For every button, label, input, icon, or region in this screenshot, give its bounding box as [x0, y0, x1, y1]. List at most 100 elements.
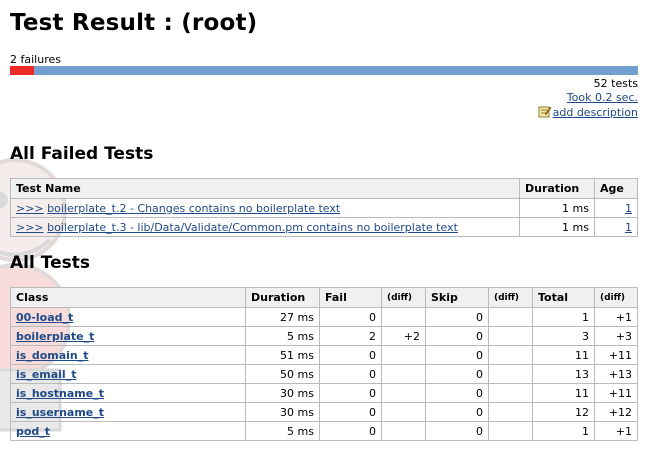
fail-diff-cell: [381, 364, 426, 384]
col-fail: Fail: [319, 287, 382, 308]
class-link[interactable]: is_email_t: [16, 368, 76, 381]
col-fail-diff: (diff): [381, 287, 426, 308]
class-cell: is_domain_t: [10, 345, 246, 365]
fail-cell: 0: [319, 307, 382, 327]
skip-cell: 0: [425, 364, 489, 384]
col-test-name: Test Name: [10, 178, 520, 199]
test-class-row: pod_t 5 ms 0 0 1 +1: [10, 421, 638, 441]
failed-test-row: >>> boilerplate_t.2 - Changes contains n…: [10, 198, 638, 218]
expand-link[interactable]: >>>: [16, 221, 44, 234]
class-link[interactable]: is_domain_t: [16, 349, 89, 362]
fail-diff-cell: [381, 307, 426, 327]
age-link[interactable]: 1: [625, 221, 632, 234]
col-duration: Duration: [519, 178, 595, 199]
col-class: Class: [10, 287, 246, 308]
skip-cell: 0: [425, 402, 489, 422]
duration-cell: 50 ms: [245, 364, 320, 384]
test-class-row: is_hostname_t 30 ms 0 0 11 +11: [10, 383, 638, 403]
fail-cell: 2: [319, 326, 382, 346]
fail-diff-cell: [381, 402, 426, 422]
duration-cell: 5 ms: [245, 421, 320, 441]
col-duration: Duration: [245, 287, 320, 308]
class-link[interactable]: is_username_t: [16, 406, 104, 419]
class-cell: is_email_t: [10, 364, 246, 384]
age-link[interactable]: 1: [625, 202, 632, 215]
class-cell: is_hostname_t: [10, 383, 246, 403]
test-class-row: is_username_t 30 ms 0 0 12 +12: [10, 402, 638, 422]
total-cell: 11: [532, 383, 595, 403]
all-tests-heading: All Tests: [10, 253, 90, 273]
skip-cell: 0: [425, 307, 489, 327]
expand-link[interactable]: >>>: [16, 202, 44, 215]
skip-diff-cell: [488, 307, 533, 327]
skip-cell: 0: [425, 345, 489, 365]
age-cell: 1: [594, 198, 638, 218]
duration-cell: 30 ms: [245, 383, 320, 403]
fail-cell: 0: [319, 402, 382, 422]
skip-diff-cell: [488, 364, 533, 384]
skip-cell: 0: [425, 326, 489, 346]
duration-cell: 1 ms: [519, 217, 595, 237]
failed-test-name-cell: >>> boilerplate_t.2 - Changes contains n…: [10, 198, 520, 218]
test-class-row: is_domain_t 51 ms 0 0 11 +11: [10, 345, 638, 365]
fail-cell: 0: [319, 364, 382, 384]
test-result-bar: [10, 66, 638, 75]
col-total-diff: (diff): [594, 287, 638, 308]
fail-diff-cell: [381, 383, 426, 403]
total-tests: 52 tests: [593, 77, 638, 90]
skip-diff-cell: [488, 326, 533, 346]
total-diff-cell: +12: [594, 402, 638, 422]
col-skip: Skip: [425, 287, 489, 308]
fail-diff-cell: [381, 421, 426, 441]
fail-cell: 0: [319, 421, 382, 441]
total-diff-cell: +1: [594, 421, 638, 441]
summary-block: 52 tests Took 0.2 sec. add description: [538, 77, 638, 120]
age-cell: 1: [594, 217, 638, 237]
notepad-icon: [538, 106, 551, 118]
page-title: Test Result : (root): [10, 10, 258, 36]
skip-diff-cell: [488, 421, 533, 441]
fail-diff-cell: +2: [381, 326, 426, 346]
total-diff-cell: +11: [594, 383, 638, 403]
skip-diff-cell: [488, 345, 533, 365]
class-link[interactable]: 00-load_t: [16, 311, 73, 324]
test-class-row: is_email_t 50 ms 0 0 13 +13: [10, 364, 638, 384]
class-link[interactable]: is_hostname_t: [16, 387, 104, 400]
class-cell: is_username_t: [10, 402, 246, 422]
duration-cell: 5 ms: [245, 326, 320, 346]
col-total: Total: [532, 287, 595, 308]
failed-tests-heading: All Failed Tests: [10, 144, 154, 164]
failed-test-row: >>> boilerplate_t.3 - lib/Data/Validate/…: [10, 217, 638, 237]
total-cell: 11: [532, 345, 595, 365]
total-diff-cell: +3: [594, 326, 638, 346]
failed-tests-table: Test Name Duration Age >>> boilerplate_t…: [10, 178, 638, 237]
class-link[interactable]: pod_t: [16, 425, 50, 438]
total-diff-cell: +1: [594, 307, 638, 327]
duration-cell: 51 ms: [245, 345, 320, 365]
class-link[interactable]: boilerplate_t: [16, 330, 94, 343]
failed-test-link[interactable]: boilerplate_t.2 - Changes contains no bo…: [47, 202, 340, 215]
total-cell: 1: [532, 421, 595, 441]
col-skip-diff: (diff): [488, 287, 533, 308]
fail-diff-cell: [381, 345, 426, 365]
total-diff-cell: +11: [594, 345, 638, 365]
total-cell: 3: [532, 326, 595, 346]
class-cell: pod_t: [10, 421, 246, 441]
class-cell: boilerplate_t: [10, 326, 246, 346]
failed-portion-bar: [10, 66, 35, 75]
failure-count: 2 failures: [10, 53, 61, 66]
total-cell: 12: [532, 402, 595, 422]
add-description-link[interactable]: add description: [553, 106, 638, 119]
total-diff-cell: +13: [594, 364, 638, 384]
failed-test-link[interactable]: boilerplate_t.3 - lib/Data/Validate/Comm…: [47, 221, 458, 234]
took-link[interactable]: Took 0.2 sec.: [567, 91, 638, 104]
test-class-row: boilerplate_t 5 ms 2 +2 0 3 +3: [10, 326, 638, 346]
skip-diff-cell: [488, 402, 533, 422]
total-cell: 13: [532, 364, 595, 384]
fail-cell: 0: [319, 383, 382, 403]
skip-cell: 0: [425, 421, 489, 441]
failed-test-name-cell: >>> boilerplate_t.3 - lib/Data/Validate/…: [10, 217, 520, 237]
total-cell: 1: [532, 307, 595, 327]
all-tests-table: Class Duration Fail (diff) Skip (diff) T…: [10, 287, 638, 441]
test-class-row: 00-load_t 27 ms 0 0 1 +1: [10, 307, 638, 327]
